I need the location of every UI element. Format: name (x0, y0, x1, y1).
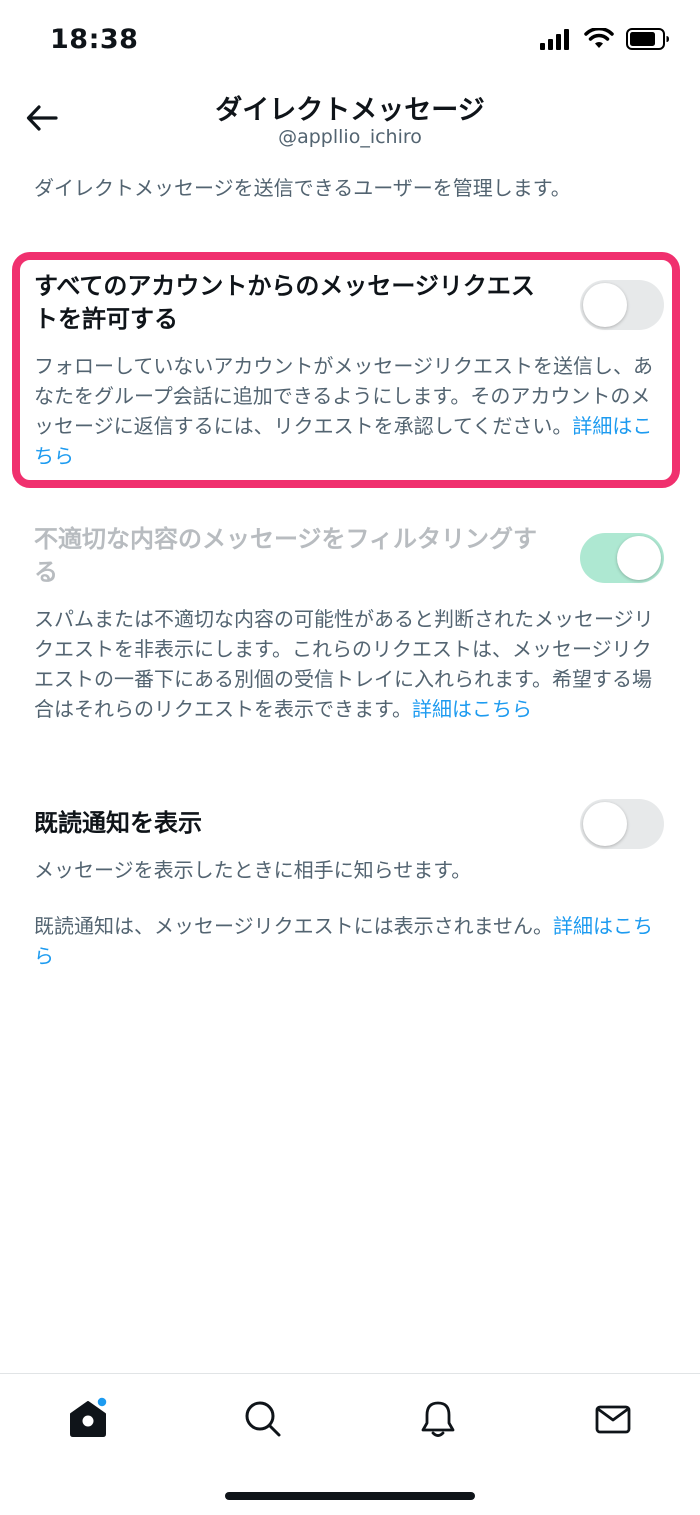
account-handle: @appllio_ichiro (278, 126, 422, 148)
setting-allow-message-requests: すべてのアカウントからのメッセージリクエストを許可する フォローしていないアカウ… (34, 270, 664, 471)
allow-message-requests-toggle[interactable] (580, 280, 664, 330)
battery-icon (626, 28, 669, 50)
toggle-knob (583, 802, 627, 846)
page-title: ダイレクトメッセージ (215, 95, 485, 126)
home-indicator (225, 1492, 475, 1500)
toggle-knob (617, 536, 661, 580)
tab-messages[interactable] (588, 1394, 638, 1444)
setting-description-text: スパムまたは不適切な内容の可能性があると判断されたメッセージリクエストを非表示に… (34, 607, 654, 721)
setting-note: 既読通知は、メッセージリクエストには表示されません。詳細はこちら (34, 911, 664, 971)
setting-quality-filter: 不適切な内容のメッセージをフィルタリングする スパムまたは不適切な内容の可能性が… (34, 523, 664, 724)
toggle-knob (583, 283, 627, 327)
setting-read-receipts: 既読通知を表示 メッセージを表示したときに相手に知らせます。 既読通知は、メッセ… (34, 799, 664, 971)
setting-description: フォローしていないアカウントがメッセージリクエストを送信し、あなたをグループ会話… (34, 351, 664, 471)
home-icon (70, 1396, 108, 1437)
setting-title: 既読通知を表示 (34, 809, 202, 837)
bell-icon (421, 1401, 455, 1437)
read-receipts-toggle[interactable] (580, 799, 664, 849)
tab-notifications[interactable] (413, 1394, 463, 1444)
wifi-icon (584, 28, 614, 48)
quality-filter-toggle[interactable] (580, 533, 664, 583)
tab-home[interactable] (63, 1394, 113, 1444)
setting-title: すべてのアカウントからのメッセージリクエストを許可する (34, 272, 535, 333)
setting-description: メッセージを表示したときに相手に知らせます。 (34, 858, 472, 882)
setting-note-text: 既読通知は、メッセージリクエストには表示されません。 (34, 914, 553, 938)
tab-search[interactable] (238, 1394, 288, 1444)
search-icon (245, 1401, 281, 1437)
status-bar: 18:38 (0, 0, 700, 84)
page-description: ダイレクトメッセージを送信できるユーザーを管理します。 (34, 176, 571, 200)
mail-icon (595, 1405, 631, 1434)
setting-title: 不適切な内容のメッセージをフィルタリングする (34, 525, 538, 586)
setting-description: スパムまたは不適切な内容の可能性があると判断されたメッセージリクエストを非表示に… (34, 604, 664, 724)
status-icons (540, 28, 670, 50)
status-time: 18:38 (50, 24, 139, 55)
setting-description-text: フォローしていないアカウントがメッセージリクエストを送信し、あなたをグループ会話… (34, 354, 653, 438)
header: ダイレクトメッセージ @appllio_ichiro (0, 84, 700, 164)
signal-icon (540, 29, 569, 50)
learn-more-link[interactable]: 詳細はこちら (412, 697, 532, 721)
